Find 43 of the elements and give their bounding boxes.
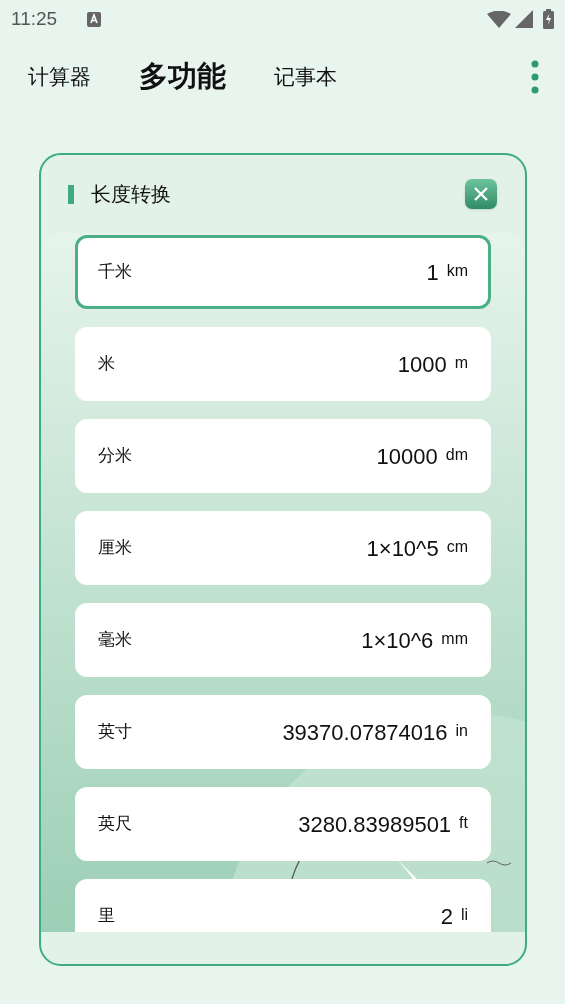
wifi-icon [487, 10, 511, 28]
unit-row[interactable]: 毫米 1×10^6 mm [75, 603, 491, 677]
unit-name: 毫米 [98, 629, 132, 652]
unit-symbol: mm [441, 629, 468, 649]
unit-row[interactable]: 分米 10000 dm [75, 419, 491, 493]
tab[interactable]: 计算器 [28, 61, 91, 93]
unit-name: 分米 [98, 445, 132, 468]
unit-symbol: km [446, 261, 468, 281]
keyboard-icon [87, 11, 102, 27]
unit-name: 英尺 [98, 813, 132, 836]
more-menu-icon[interactable] [531, 60, 539, 94]
unit-row[interactable]: 厘米 1×10^5 cm [75, 511, 491, 585]
unit-symbol: m [454, 353, 468, 373]
status-time: 11:25 [11, 6, 58, 31]
unit-name: 米 [98, 353, 115, 376]
unit-name: 厘米 [98, 537, 132, 560]
unit-value: 2 [440, 902, 453, 931]
title-accent-bar [68, 184, 74, 204]
unit-value: 1×10^6 [361, 626, 434, 655]
unit-symbol: ft [459, 813, 468, 833]
unit-symbol: in [455, 721, 468, 741]
close-icon [474, 187, 488, 201]
unit-value: 1000 [397, 350, 447, 379]
tab[interactable]: 记事本 [274, 61, 337, 93]
unit-symbol: cm [446, 537, 468, 557]
unit-row[interactable]: 英寸 39370.07874016 in [75, 695, 491, 769]
unit-row[interactable]: 米 1000 m [75, 327, 491, 401]
unit-value: 3280.83989501 [298, 810, 452, 839]
panel-title: 长度转换 [91, 182, 171, 207]
tab[interactable]: 多功能 [139, 55, 226, 99]
unit-value: 1 [426, 258, 439, 287]
close-button[interactable] [465, 179, 497, 209]
unit-row[interactable]: 千米 1 km [75, 235, 491, 309]
battery-icon [543, 9, 554, 29]
unit-name: 千米 [98, 261, 132, 284]
unit-name: 里 [98, 905, 115, 928]
unit-symbol: dm [445, 445, 468, 465]
unit-value: 39370.07874016 [282, 718, 448, 747]
unit-name: 英寸 [98, 721, 132, 744]
unit-symbol: li [460, 905, 468, 925]
unit-value: 1×10^5 [366, 534, 439, 563]
signal-icon [515, 10, 533, 28]
unit-value: 10000 [376, 442, 438, 471]
